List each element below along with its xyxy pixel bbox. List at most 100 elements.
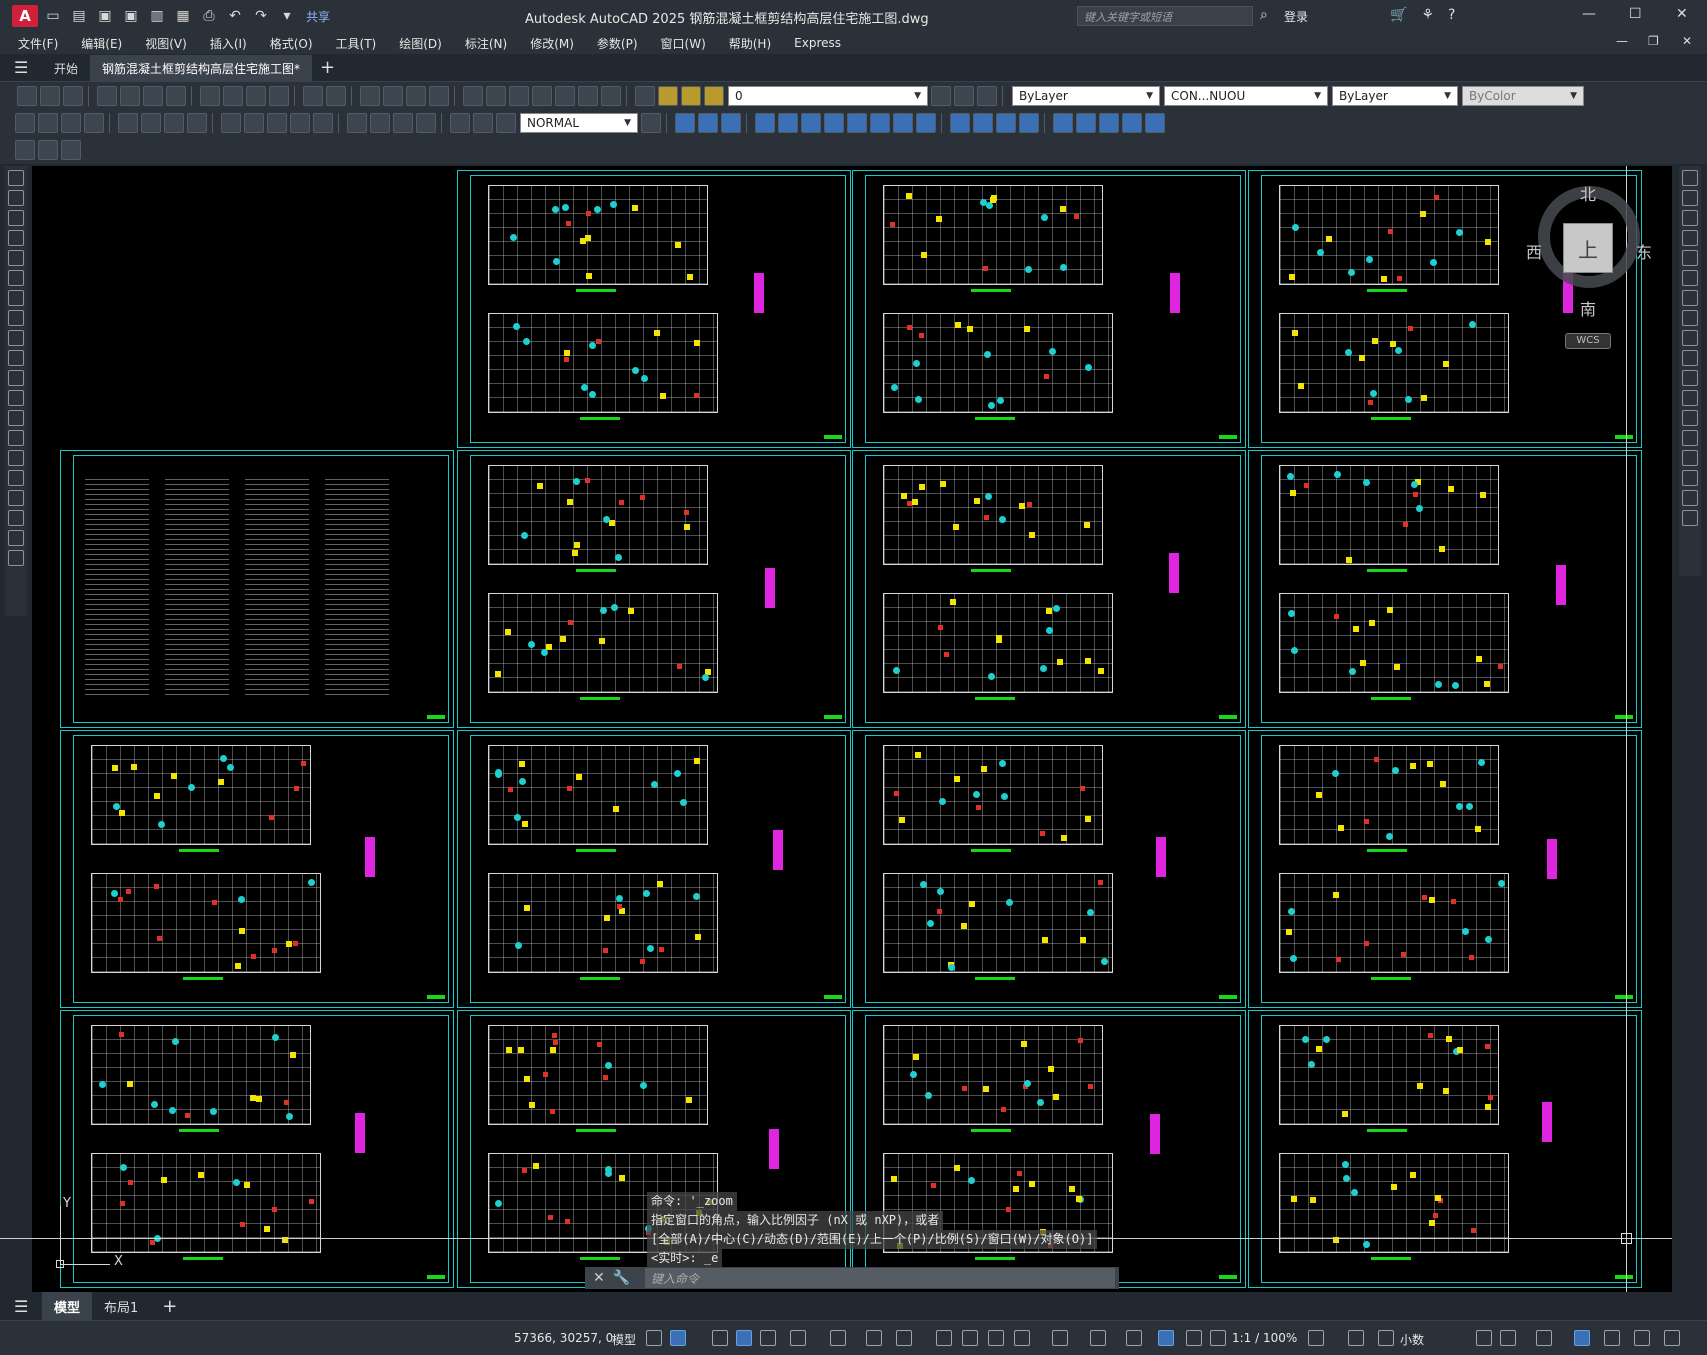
layer-dropdown[interactable]: 0 ▼ bbox=[728, 86, 928, 106]
isometric-drafting-icon[interactable] bbox=[830, 1330, 846, 1346]
save-icon[interactable] bbox=[63, 86, 83, 106]
trim-icon[interactable] bbox=[893, 113, 913, 133]
close-icon[interactable]: ✕ bbox=[1676, 6, 1688, 22]
calculator-icon[interactable] bbox=[578, 86, 598, 106]
plot-icon[interactable] bbox=[97, 86, 117, 106]
full-screen-icon[interactable] bbox=[1634, 1330, 1650, 1346]
publish-icon[interactable]: ▥ bbox=[146, 5, 168, 27]
coordinates-readout[interactable]: 57366, 30257, 0 bbox=[514, 1331, 613, 1345]
viewcube-south[interactable]: 南 bbox=[1580, 296, 1596, 320]
save-as-icon[interactable]: ▣ bbox=[120, 5, 142, 27]
object-snap-icon[interactable] bbox=[896, 1330, 912, 1346]
paste-icon[interactable] bbox=[246, 86, 266, 106]
fillet-icon[interactable] bbox=[1019, 113, 1039, 133]
dim-update-icon[interactable] bbox=[496, 113, 516, 133]
dim-style-manager-icon[interactable] bbox=[641, 113, 661, 133]
dim-space-icon[interactable] bbox=[290, 113, 310, 133]
search-input[interactable]: 键入关键字或短语 bbox=[1077, 6, 1253, 26]
plot-icon[interactable]: ▦ bbox=[172, 5, 194, 27]
scale-icon[interactable] bbox=[1682, 310, 1698, 326]
share-button[interactable]: 共享 bbox=[306, 8, 330, 25]
tool-palettes-icon[interactable] bbox=[509, 86, 529, 106]
arc-length-icon[interactable] bbox=[61, 113, 81, 133]
polygon-icon[interactable] bbox=[8, 230, 24, 246]
multiline-text-icon[interactable] bbox=[8, 530, 24, 546]
dim-break-icon[interactable] bbox=[313, 113, 333, 133]
menu-express[interactable]: Express bbox=[794, 36, 841, 50]
redo-icon[interactable] bbox=[326, 86, 346, 106]
insert-block-icon[interactable] bbox=[8, 390, 24, 406]
circle-icon[interactable] bbox=[8, 290, 24, 306]
selection-cycling-icon[interactable] bbox=[988, 1330, 1004, 1346]
menu-edit[interactable]: 编辑(E) bbox=[81, 35, 122, 52]
grid-icon[interactable] bbox=[646, 1330, 662, 1346]
hatch-icon[interactable] bbox=[8, 450, 24, 466]
trim-icon[interactable] bbox=[1682, 350, 1698, 366]
explode-icon[interactable] bbox=[1053, 113, 1073, 133]
color-dropdown[interactable]: ByLayer ▼ bbox=[1012, 86, 1160, 106]
continue-icon[interactable] bbox=[267, 113, 287, 133]
annotation-monitor-icon[interactable] bbox=[1348, 1330, 1364, 1346]
close-icon[interactable]: ✕ bbox=[593, 1270, 605, 1286]
markup-icon[interactable] bbox=[555, 86, 575, 106]
dim-edit-icon[interactable] bbox=[450, 113, 470, 133]
plot-preview-icon[interactable] bbox=[120, 86, 140, 106]
login-button[interactable]: 登录 bbox=[1284, 8, 1308, 25]
jogged-icon[interactable] bbox=[141, 113, 161, 133]
erase-icon[interactable] bbox=[1682, 170, 1698, 186]
3d-dwf-icon[interactable] bbox=[166, 86, 186, 106]
menu-file[interactable]: 文件(F) bbox=[18, 35, 58, 52]
autodesk-apps-icon[interactable]: ⚘ bbox=[1421, 7, 1434, 23]
move-icon[interactable] bbox=[1682, 270, 1698, 286]
customization-icon[interactable] bbox=[1664, 1330, 1680, 1346]
jogged-linear-icon[interactable] bbox=[416, 113, 436, 133]
plotstyle-dropdown[interactable]: ByColor ▼ bbox=[1462, 86, 1584, 106]
rectangle-icon[interactable] bbox=[8, 250, 24, 266]
viewport-scale[interactable]: 1:1 / 100% bbox=[1232, 1331, 1297, 1345]
cart-icon[interactable]: 🛒 bbox=[1390, 7, 1407, 23]
doc-close-icon[interactable]: ✕ bbox=[1682, 34, 1692, 48]
clean-screen-icon[interactable] bbox=[1604, 1330, 1620, 1346]
ortho-icon[interactable] bbox=[760, 1330, 776, 1346]
offset-icon[interactable] bbox=[755, 113, 775, 133]
zoom-realtime-icon[interactable] bbox=[383, 86, 403, 106]
undo-icon[interactable] bbox=[303, 86, 323, 106]
scale-icon[interactable] bbox=[847, 113, 867, 133]
transparency-icon[interactable] bbox=[962, 1330, 978, 1346]
selection-filter-icon[interactable] bbox=[1090, 1330, 1106, 1346]
model-space-toggle[interactable]: 模型 bbox=[612, 1331, 636, 1348]
quick-dim-icon[interactable] bbox=[221, 113, 241, 133]
menu-format[interactable]: 格式(O) bbox=[270, 35, 313, 52]
menu-modify[interactable]: 修改(M) bbox=[530, 35, 574, 52]
menu-parametric[interactable]: 参数(P) bbox=[597, 35, 638, 52]
aligned-dim-icon[interactable] bbox=[38, 113, 58, 133]
zoom-previous-icon[interactable] bbox=[429, 86, 449, 106]
add-layout-button[interactable]: + bbox=[150, 1291, 189, 1322]
tolerance-icon[interactable] bbox=[347, 113, 367, 133]
search-icon[interactable]: ⌕ bbox=[1260, 7, 1268, 23]
explode-icon[interactable] bbox=[1682, 510, 1698, 526]
rotate-icon[interactable] bbox=[1682, 290, 1698, 306]
design-center-icon[interactable] bbox=[486, 86, 506, 106]
join-icon[interactable] bbox=[973, 113, 993, 133]
hamburger-menu-icon[interactable]: ☰ bbox=[14, 58, 42, 77]
drawing-area[interactable] bbox=[32, 166, 1672, 1292]
break-icon[interactable] bbox=[1682, 410, 1698, 426]
minimize-icon[interactable]: — bbox=[1582, 6, 1596, 22]
array-icon[interactable] bbox=[1682, 250, 1698, 266]
inspect-icon[interactable] bbox=[393, 113, 413, 133]
break-icon[interactable] bbox=[950, 113, 970, 133]
menu-tools[interactable]: 工具(T) bbox=[336, 35, 377, 52]
linear-dim-icon[interactable] bbox=[15, 113, 35, 133]
break-point-icon[interactable] bbox=[1682, 390, 1698, 406]
help-icon[interactable]: ? bbox=[1448, 7, 1455, 23]
insert-block-icon[interactable] bbox=[38, 140, 58, 160]
viewcube-north[interactable]: 北 bbox=[1580, 181, 1596, 205]
write-block-icon[interactable] bbox=[61, 140, 81, 160]
redo-icon[interactable]: ↷ bbox=[250, 5, 272, 27]
stretch-icon[interactable] bbox=[870, 113, 890, 133]
lineweight-dropdown[interactable]: ByLayer ▼ bbox=[1332, 86, 1458, 106]
rotate-icon[interactable] bbox=[824, 113, 844, 133]
undo-icon[interactable]: ↶ bbox=[224, 5, 246, 27]
ellipse-icon[interactable] bbox=[8, 350, 24, 366]
